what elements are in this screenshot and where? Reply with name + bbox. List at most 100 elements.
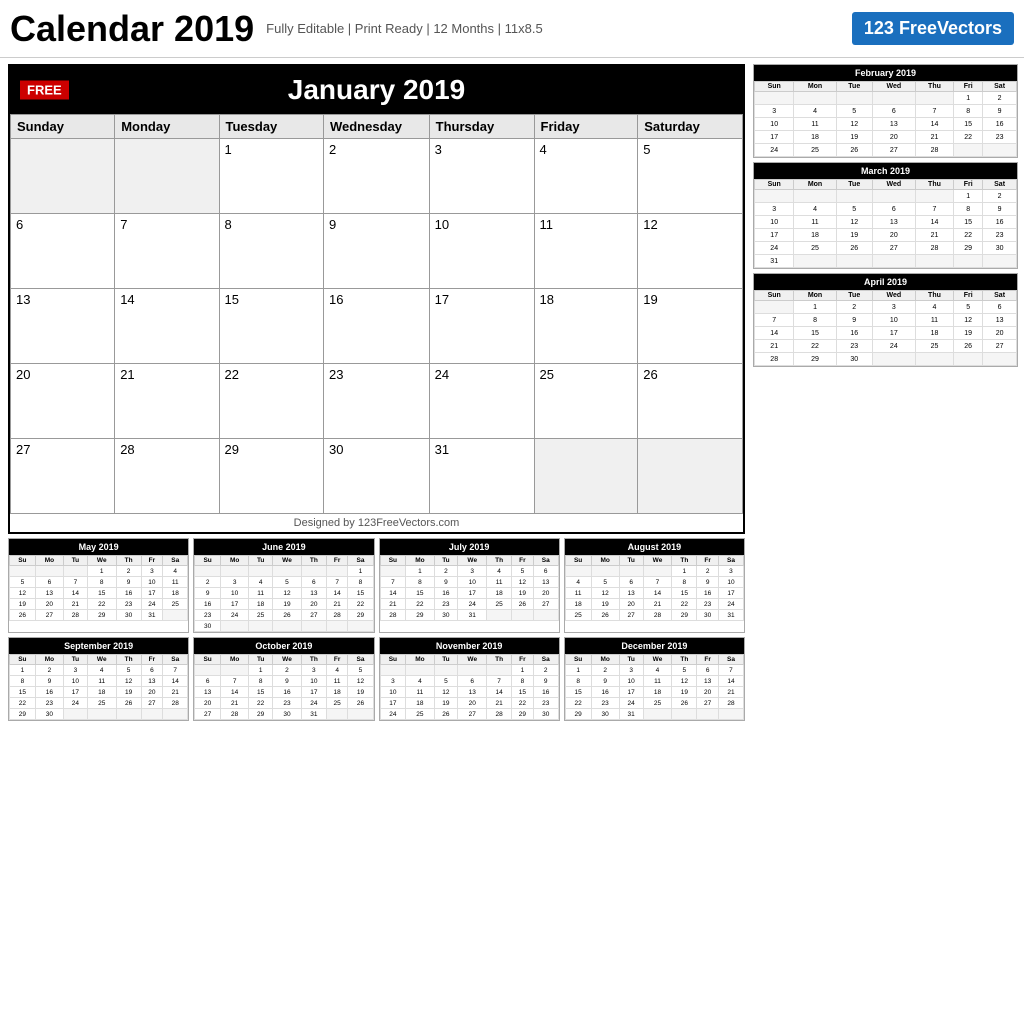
right-cal-cell: 25	[794, 144, 836, 157]
small-cal-cell: 27	[141, 698, 163, 709]
right-cal-cell: 19	[954, 327, 983, 340]
small-cal-cell: 20	[458, 698, 487, 709]
right-small-calendar: March 2019SunMonTueWedThuFriSat123456789…	[753, 162, 1018, 269]
small-cal-cell: 8	[249, 676, 273, 687]
small-cal-cell: 16	[533, 687, 558, 698]
january-cell: 14	[115, 289, 219, 364]
small-cal-cell: 24	[718, 599, 743, 610]
january-cell: 2	[323, 139, 429, 214]
right-cal-grid: SunMonTueWedThuFriSat1234567891011121314…	[754, 81, 1017, 157]
small-cal-cell: 22	[10, 698, 36, 709]
right-cal-cell	[755, 301, 794, 314]
small-cal-cell: 8	[348, 577, 373, 588]
small-cal-cell	[326, 709, 348, 720]
right-cal-cell: 2	[836, 301, 872, 314]
small-cal-cell: 7	[221, 676, 249, 687]
day-header: Su	[380, 556, 406, 566]
small-cal-cell: 20	[533, 588, 558, 599]
small-cal-cell: 29	[672, 610, 697, 621]
small-cal-cell: 12	[672, 676, 697, 687]
small-cal-cell: 10	[718, 577, 743, 588]
small-cal-cell: 30	[697, 610, 719, 621]
small-cal-cell: 19	[10, 599, 36, 610]
small-calendar: July 2019SuMoTuWeThFrSa12345678910111213…	[379, 538, 560, 633]
small-cal-cell	[643, 709, 672, 720]
small-cal-cell: 5	[10, 577, 36, 588]
right-cal-cell	[872, 255, 915, 268]
day-header: Fr	[697, 556, 719, 566]
small-cal-cell: 24	[221, 610, 249, 621]
small-cal-cell: 21	[380, 599, 406, 610]
right-cal-cell: 19	[836, 131, 872, 144]
right-cal-cell: 3	[872, 301, 915, 314]
small-cal-cell: 31	[718, 610, 743, 621]
january-cell	[638, 439, 743, 514]
day-header: Mo	[591, 556, 619, 566]
right-cal-cell: 17	[872, 327, 915, 340]
right-cal-cell: 16	[983, 216, 1017, 229]
right-cal-cell: 26	[836, 242, 872, 255]
small-cal-cell: 18	[163, 588, 188, 599]
small-cal-cell: 28	[326, 610, 348, 621]
day-header: Mon	[794, 291, 836, 301]
right-cal-cell: 18	[915, 327, 953, 340]
small-cal-header: October 2019	[194, 638, 373, 654]
day-header: Mo	[221, 655, 249, 665]
small-cal-cell: 30	[533, 709, 558, 720]
small-cal-cell: 20	[35, 599, 63, 610]
small-cal-cell: 6	[35, 577, 63, 588]
small-cal-cell: 1	[249, 665, 273, 676]
small-cal-cell: 9	[195, 588, 221, 599]
small-cal-cell: 28	[221, 709, 249, 720]
small-cal-cell	[619, 566, 643, 577]
small-cal-cell: 21	[487, 698, 512, 709]
right-cal-cell: 4	[915, 301, 953, 314]
small-cal-cell: 21	[643, 599, 672, 610]
small-cal-cell: 3	[64, 665, 88, 676]
small-cal-cell: 24	[301, 698, 326, 709]
day-header: Sat	[983, 180, 1017, 190]
right-cal-cell: 1	[954, 190, 983, 203]
january-cell: 4	[534, 139, 638, 214]
small-cal-cell	[512, 610, 534, 621]
col-monday: Monday	[115, 115, 219, 139]
small-cal-cell: 28	[163, 698, 188, 709]
small-cal-cell: 12	[348, 676, 373, 687]
small-cal-cell: 19	[672, 687, 697, 698]
small-calendar: June 2019SuMoTuWeThFrSa12345678910111213…	[193, 538, 374, 633]
right-panel: February 2019SunMonTueWedThuFriSat123456…	[753, 58, 1024, 1024]
small-cal-cell	[221, 621, 249, 632]
day-header: Mo	[591, 655, 619, 665]
small-cal-cell: 10	[301, 676, 326, 687]
right-small-calendar: April 2019SunMonTueWedThuFriSat123456789…	[753, 273, 1018, 367]
small-cal-cell: 26	[434, 709, 458, 720]
right-cal-cell	[794, 255, 836, 268]
january-cell: 30	[323, 439, 429, 514]
right-cal-cell: 27	[872, 242, 915, 255]
january-cell: 15	[219, 289, 323, 364]
small-calendar: May 2019SuMoTuWeThFrSa123456789101112131…	[8, 538, 189, 633]
small-cal-cell: 23	[434, 599, 458, 610]
small-cals-row-1: May 2019SuMoTuWeThFrSa123456789101112131…	[8, 538, 745, 633]
january-cell: 5	[638, 139, 743, 214]
right-cal-cell: 11	[794, 118, 836, 131]
small-cal-cell	[672, 709, 697, 720]
small-cal-cell: 16	[697, 588, 719, 599]
right-cal-cell: 11	[915, 314, 953, 327]
small-cal-cell: 19	[273, 599, 302, 610]
small-cal-cell: 18	[487, 588, 512, 599]
right-cal-cell: 3	[755, 105, 794, 118]
logo-box[interactable]: 123 FreeVectors	[852, 12, 1014, 45]
small-cal-cell: 26	[273, 610, 302, 621]
january-cell: 21	[115, 364, 219, 439]
small-cal-cell: 3	[380, 676, 406, 687]
small-cal-cell: 9	[591, 676, 619, 687]
small-cal-cell: 15	[512, 687, 534, 698]
small-cal-cell	[195, 665, 221, 676]
small-cal-cell: 2	[591, 665, 619, 676]
small-cal-cell: 11	[643, 676, 672, 687]
day-header: Su	[195, 655, 221, 665]
small-cal-cell: 6	[533, 566, 558, 577]
small-cal-cell: 31	[301, 709, 326, 720]
small-cal-cell: 25	[326, 698, 348, 709]
